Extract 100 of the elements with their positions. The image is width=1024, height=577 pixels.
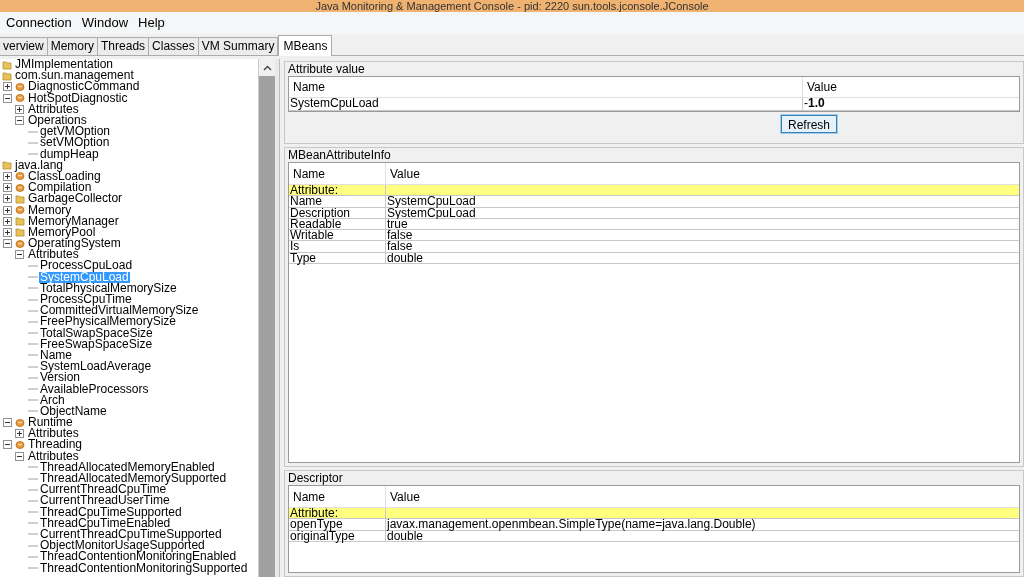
column-header[interactable]: Name xyxy=(289,486,386,507)
tree-item[interactable]: Threading xyxy=(27,439,84,451)
tree-item[interactable]: ProcessCpuTime xyxy=(39,294,133,306)
tree-item[interactable]: Operations xyxy=(27,115,88,127)
expand-icon[interactable] xyxy=(3,227,12,237)
table-cell-text: javax.management.openmbean.SimpleType(name=java.lang.Double) xyxy=(386,519,757,530)
expand-icon[interactable] xyxy=(3,205,12,215)
menu-item[interactable]: Connection xyxy=(5,13,73,33)
scroll-up-button[interactable] xyxy=(259,59,275,76)
tree-item[interactable]: CurrentThreadCpuTimeSupported xyxy=(39,528,223,540)
tree-item[interactable]: setVMOption xyxy=(39,137,111,149)
tree-item[interactable]: MemoryManager xyxy=(27,215,120,227)
menu-item[interactable]: Help xyxy=(137,13,166,33)
tree-item[interactable]: Arch xyxy=(39,394,66,406)
tree-item[interactable]: ThreadCpuTimeSupported xyxy=(39,506,183,518)
bean-icon xyxy=(15,81,25,92)
folder-icon xyxy=(15,216,25,227)
tree-item[interactable]: Attributes xyxy=(27,103,80,115)
expand-icon[interactable] xyxy=(3,194,12,204)
column-header[interactable]: Value xyxy=(386,486,1019,507)
tree-item[interactable]: Attributes xyxy=(27,450,80,462)
tree-item[interactable]: TotalSwapSpaceSize xyxy=(39,327,154,339)
tab[interactable]: verview xyxy=(0,37,48,55)
tree-item[interactable]: ThreadContentionMonitoringEnabled xyxy=(39,551,238,563)
tree-item[interactable]: ObjectName xyxy=(39,405,108,417)
tab[interactable]: VM Summary xyxy=(198,37,279,55)
table-cell: Type xyxy=(289,252,386,264)
tree-item[interactable]: ProcessCpuLoad xyxy=(39,260,134,272)
tab[interactable]: Threads xyxy=(98,37,150,55)
window-title: Java Monitoring & Management Console - pid: 2220 sun.tools.jconsole.JConsole xyxy=(315,0,709,12)
tab[interactable]: Memory xyxy=(47,37,99,55)
tree-item[interactable]: ThreadCpuTimeEnabled xyxy=(39,517,172,529)
tree-item[interactable]: CurrentThreadCpuTime xyxy=(39,484,168,496)
table-cell: Attribute: xyxy=(289,508,386,519)
group-title: Descriptor xyxy=(288,471,343,485)
expand-icon[interactable] xyxy=(3,171,12,181)
collapse-icon[interactable] xyxy=(3,93,12,103)
tree-item[interactable]: Attributes xyxy=(27,249,80,261)
column-header[interactable]: Name xyxy=(289,77,803,97)
folder-icon xyxy=(2,59,12,70)
tree-item[interactable]: ThreadAllocatedMemorySupported xyxy=(39,473,228,485)
collapse-icon[interactable] xyxy=(15,250,24,260)
tree-item[interactable]: Memory xyxy=(27,204,73,216)
tree-item[interactable]: OperatingSystem xyxy=(27,238,122,250)
expand-icon[interactable] xyxy=(15,429,24,439)
folder-icon xyxy=(2,70,12,81)
column-header[interactable]: Name xyxy=(289,163,386,184)
tree-item[interactable]: HotSpotDiagnostic xyxy=(27,92,129,104)
collapse-icon[interactable] xyxy=(15,451,24,461)
folder-icon xyxy=(15,227,25,238)
expand-icon[interactable] xyxy=(3,216,12,226)
collapse-icon[interactable] xyxy=(3,418,12,428)
tree-item[interactable]: CommittedVirtualMemorySize xyxy=(39,305,200,317)
tree-item[interactable]: JMImplementation xyxy=(14,59,115,71)
tree-item[interactable]: Attributes xyxy=(27,428,80,440)
expand-icon[interactable] xyxy=(3,183,12,193)
tree-item[interactable]: MemoryPool xyxy=(27,226,97,238)
table-cell: Name xyxy=(289,196,386,207)
folder-icon xyxy=(2,160,12,171)
refresh-button[interactable]: Refresh xyxy=(781,114,838,133)
bean-icon xyxy=(15,93,25,104)
tree-item[interactable]: getVMOption xyxy=(39,126,112,138)
tree-item[interactable]: AvailableProcessors xyxy=(39,383,150,395)
tab[interactable]: MBeans xyxy=(278,35,333,56)
table-cell-text: false xyxy=(386,241,413,252)
menu-item[interactable]: Window xyxy=(80,13,130,33)
column-header[interactable]: Value xyxy=(803,77,1019,97)
table-cell: openType xyxy=(289,519,386,530)
bean-icon xyxy=(15,238,25,249)
tree-item[interactable]: FreeSwapSpaceSize xyxy=(39,338,154,350)
tree-item[interactable]: java.lang xyxy=(14,159,65,171)
tree-item[interactable]: SystemLoadAverage xyxy=(39,361,153,373)
tree-item[interactable]: ClassLoading xyxy=(27,170,102,182)
tree-item[interactable]: dumpHeap xyxy=(39,148,100,160)
tree-item[interactable]: Name xyxy=(39,349,73,361)
tree-item[interactable]: ThreadContentionMonitoringSupported xyxy=(39,562,249,574)
collapse-icon[interactable] xyxy=(3,239,12,249)
tree-item[interactable]: DiagnosticCommand xyxy=(27,81,141,93)
tree-item[interactable]: Compilation xyxy=(27,182,93,194)
tab[interactable]: Classes xyxy=(149,37,199,55)
tree-item[interactable]: Runtime xyxy=(27,417,74,429)
table-cell-text: -1.0 xyxy=(803,98,826,110)
tree-item[interactable]: Version xyxy=(39,372,82,384)
table-cell-text: SystemCpuLoad xyxy=(386,207,477,218)
tree-item[interactable]: ThreadAllocatedMemoryEnabled xyxy=(39,461,216,473)
tree-item[interactable]: GarbageCollector xyxy=(27,193,124,205)
tree-item[interactable]: ObjectMonitorUsageSupported xyxy=(39,540,206,552)
expand-icon[interactable] xyxy=(15,104,24,114)
collapse-icon[interactable] xyxy=(3,440,12,450)
tree-item[interactable]: com.sun.management xyxy=(14,70,135,82)
tree-item[interactable]: TotalPhysicalMemorySize xyxy=(39,282,178,294)
bean-icon xyxy=(15,182,25,193)
expand-icon[interactable] xyxy=(3,82,12,92)
tree-item[interactable]: CurrentThreadUserTime xyxy=(39,495,171,507)
column-header[interactable]: Value xyxy=(386,163,1019,184)
tree-item[interactable]: FreePhysicalMemorySize xyxy=(39,316,178,328)
scroll-bar[interactable] xyxy=(258,59,275,577)
table-cell-text: true xyxy=(386,218,408,230)
bean-icon xyxy=(15,417,25,428)
collapse-icon[interactable] xyxy=(15,116,24,126)
